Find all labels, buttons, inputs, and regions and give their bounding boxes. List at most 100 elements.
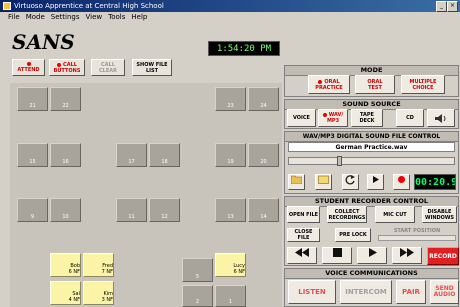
student-channel: 7 NF bbox=[101, 269, 113, 275]
student-seat[interactable]: Lucy 6 NF bbox=[215, 253, 246, 277]
app-logo: SANS bbox=[12, 30, 75, 54]
seat-24[interactable]: 24 bbox=[248, 87, 279, 111]
call-indicator-icon bbox=[57, 62, 62, 67]
seat-19[interactable]: 19 bbox=[215, 143, 246, 167]
menu-view[interactable]: View bbox=[83, 12, 106, 23]
voice-source-label: VOICE bbox=[293, 115, 310, 121]
play-icon[interactable] bbox=[367, 174, 384, 190]
rewind-icon[interactable] bbox=[287, 247, 317, 264]
oral-practice-button[interactable]: ORAL PRACTICE bbox=[308, 75, 350, 94]
record-label: RECORD bbox=[429, 253, 457, 260]
student-seat[interactable]: Fred 7 NF bbox=[83, 253, 114, 277]
seat-9[interactable]: 9 bbox=[17, 198, 48, 222]
cd-source-button[interactable]: CD bbox=[396, 109, 424, 127]
seat-20[interactable]: 20 bbox=[248, 143, 279, 167]
student-channel: 6 NF bbox=[233, 269, 245, 275]
new-folder-icon[interactable] bbox=[315, 174, 332, 190]
seat-5[interactable]: 5 bbox=[182, 258, 213, 282]
rewind-loop-icon[interactable] bbox=[342, 174, 359, 190]
seat-16[interactable]: 16 bbox=[50, 143, 81, 167]
voice-comm-title: VOICE COMMUNICATIONS bbox=[285, 269, 458, 279]
seat-21[interactable]: 21 bbox=[17, 87, 48, 111]
intercom-button[interactable]: INTERCOM bbox=[340, 280, 392, 304]
sound-file-name[interactable]: German Practice.wav bbox=[288, 142, 455, 152]
disable-windows-button[interactable]: DISABLE WINDOWS bbox=[422, 206, 457, 223]
disable-label-2: WINDOWS bbox=[424, 214, 455, 221]
oral-practice-indicator-icon bbox=[318, 79, 323, 84]
minimize-button[interactable]: _ bbox=[436, 1, 447, 12]
call-clear-button[interactable]: CALL CLEAR bbox=[91, 59, 125, 76]
open-file-label: OPEN FILE bbox=[288, 211, 319, 218]
seat-2[interactable]: 2 bbox=[182, 285, 213, 307]
student-seat[interactable]: Bob 6 NF bbox=[50, 253, 81, 277]
wav-indicator-icon bbox=[322, 113, 327, 117]
close-button[interactable]: × bbox=[447, 1, 458, 12]
attend-indicator-icon bbox=[26, 62, 31, 66]
seat-1[interactable]: 1 bbox=[215, 285, 246, 307]
student-seat[interactable]: Kim 3 NF bbox=[83, 281, 114, 305]
send-audio-button[interactable]: SEND AUDIO bbox=[430, 280, 459, 304]
record-button[interactable]: RECORD bbox=[427, 247, 459, 265]
seat-23[interactable]: 23 bbox=[215, 87, 246, 111]
student-seat[interactable]: Sal 4 NF bbox=[50, 281, 81, 305]
wav-mp3-source-button[interactable]: WAV/ MP3 bbox=[318, 109, 348, 127]
seat-14[interactable]: 14 bbox=[248, 198, 279, 222]
send-label-2: AUDIO bbox=[433, 291, 456, 298]
menu-file[interactable]: File bbox=[0, 12, 23, 23]
mic-cut-label: MIC CUT bbox=[383, 211, 407, 218]
pre-lock-label: PRE LOCK bbox=[339, 232, 367, 238]
call-clear-label-2: CLEAR bbox=[99, 67, 117, 74]
record-dot-icon[interactable] bbox=[393, 174, 410, 190]
menu-help[interactable]: Help bbox=[128, 12, 150, 23]
close-file-label: CLOSE FILE bbox=[294, 229, 313, 241]
tape-deck-source-button[interactable]: TAPE DECK bbox=[351, 109, 383, 127]
mic-cut-button[interactable]: MIC CUT bbox=[375, 206, 415, 223]
call-buttons-label-2: BUTTONS bbox=[53, 67, 81, 74]
student-channel: 6 NF bbox=[68, 269, 80, 275]
seat-15[interactable]: 15 bbox=[17, 143, 48, 167]
time-counter: 00:20.9 bbox=[414, 174, 456, 190]
seat-18[interactable]: 18 bbox=[149, 143, 180, 167]
listen-button[interactable]: LISTEN bbox=[288, 280, 336, 304]
multiple-choice-label-2: CHOICE bbox=[412, 84, 434, 91]
listen-label: LISTEN bbox=[298, 288, 326, 296]
call-buttons-button[interactable]: CALL BUTTONS bbox=[49, 59, 85, 76]
show-file-list-button[interactable]: SHOW FILE LIST bbox=[132, 59, 172, 76]
pair-button[interactable]: PAIR bbox=[396, 280, 426, 304]
window-title: Virtuoso Apprentice at Central High Scho… bbox=[14, 2, 164, 10]
voice-source-button[interactable]: VOICE bbox=[287, 109, 316, 127]
oral-test-button[interactable]: ORAL TEST bbox=[355, 75, 395, 94]
clock-display: 1:54:20 PM bbox=[208, 41, 280, 56]
oral-practice-label-2: PRACTICE bbox=[315, 84, 343, 91]
speaker-icon bbox=[435, 113, 446, 123]
fast-forward-icon[interactable] bbox=[392, 247, 422, 264]
volume-icon[interactable] bbox=[427, 109, 455, 127]
pre-lock-button[interactable]: PRE LOCK bbox=[335, 228, 371, 242]
collect-recordings-button[interactable]: COLLECT RECORDINGS bbox=[327, 206, 367, 223]
multiple-choice-button[interactable]: MULTIPLE CHOICE bbox=[401, 75, 445, 94]
title-bar: Virtuoso Apprentice at Central High Scho… bbox=[0, 0, 460, 12]
menu-tools[interactable]: Tools bbox=[105, 12, 128, 23]
student-channel: 4 NF bbox=[68, 297, 80, 303]
wav-label-2: MP3 bbox=[326, 118, 340, 124]
position-slider-thumb[interactable] bbox=[337, 156, 342, 166]
seat-17[interactable]: 17 bbox=[116, 143, 147, 167]
cd-label: CD bbox=[406, 115, 414, 121]
stop-icon[interactable] bbox=[322, 247, 352, 264]
attend-button[interactable]: ATTEND bbox=[12, 59, 45, 76]
collect-label-2: RECORDINGS bbox=[328, 214, 366, 221]
seat-12[interactable]: 12 bbox=[149, 198, 180, 222]
position-slider[interactable] bbox=[288, 156, 455, 166]
open-file-button[interactable]: OPEN FILE bbox=[287, 206, 320, 223]
seat-13[interactable]: 13 bbox=[215, 198, 246, 222]
play-recorder-icon[interactable] bbox=[357, 247, 387, 264]
menu-settings[interactable]: Settings bbox=[48, 12, 83, 23]
seat-22[interactable]: 22 bbox=[50, 87, 81, 111]
seat-10[interactable]: 10 bbox=[50, 198, 81, 222]
seat-11[interactable]: 11 bbox=[116, 198, 147, 222]
oral-test-label-2: TEST bbox=[368, 84, 382, 91]
start-position-slider[interactable] bbox=[378, 235, 456, 241]
menu-mode[interactable]: Mode bbox=[23, 12, 48, 23]
close-file-button[interactable]: CLOSE FILE bbox=[287, 228, 320, 242]
open-folder-icon[interactable] bbox=[288, 174, 305, 190]
